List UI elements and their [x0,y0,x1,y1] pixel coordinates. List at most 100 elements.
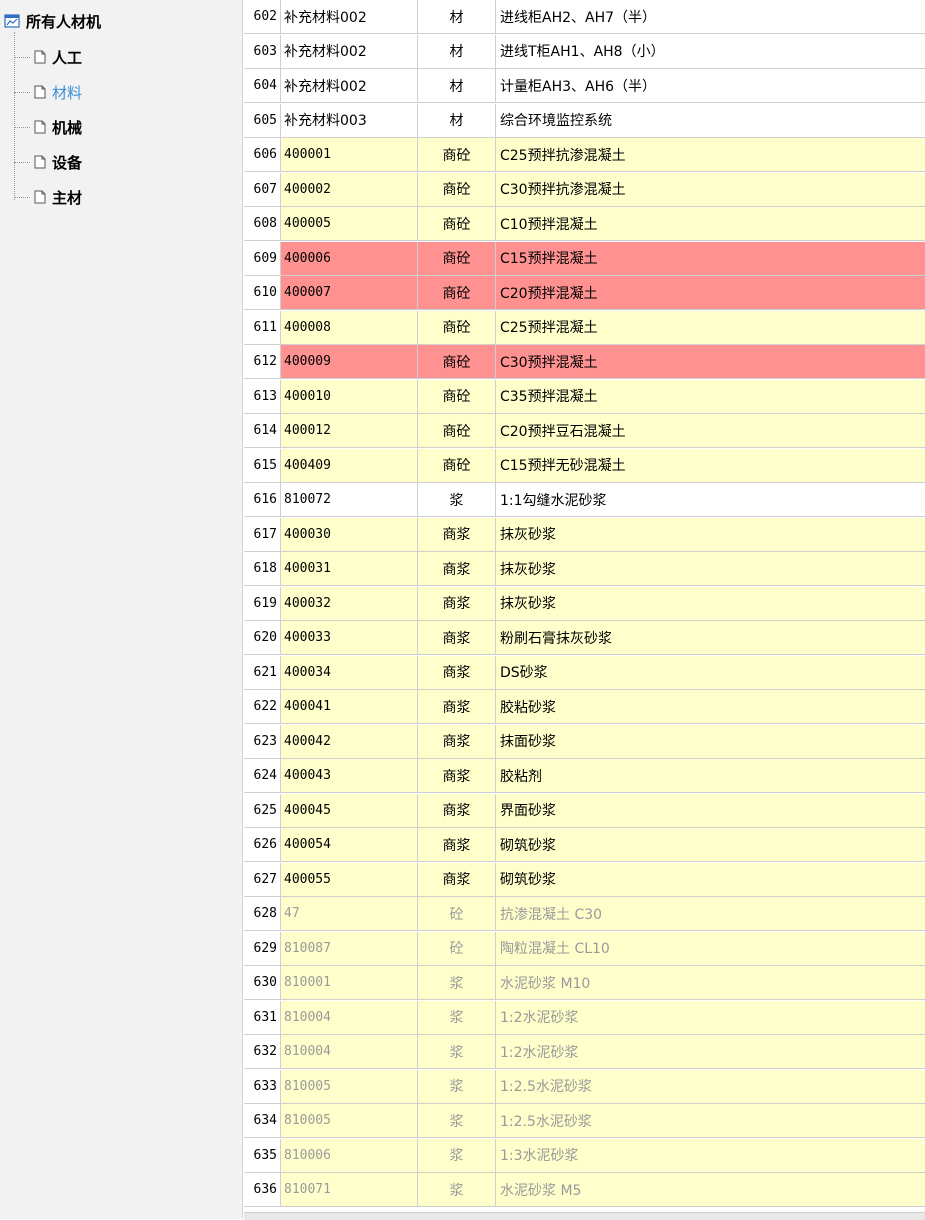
table-row[interactable]: 626 400054 商浆 砌筑砂浆 [244,828,925,862]
material-code-cell[interactable]: 补充材料002 [281,0,418,33]
material-type-cell[interactable]: 商砼 [418,172,496,206]
material-code-cell[interactable]: 810006 [281,1138,418,1172]
material-type-cell[interactable]: 浆 [418,1000,496,1034]
material-type-cell[interactable]: 浆 [418,966,496,999]
tree-item[interactable]: 机械 [14,116,82,138]
tree-item[interactable]: 人工 [14,46,82,68]
table-row[interactable]: 611 400008 商砼 C25预拌混凝土 [244,310,925,345]
table-row[interactable]: 604 补充材料002 材计量柜AH3、AH6（半） [244,69,925,103]
material-code-cell[interactable]: 400030 [281,517,418,551]
material-code-cell[interactable]: 补充材料002 [281,34,418,68]
table-row[interactable]: 614 400012 商砼 C20预拌豆石混凝土 [244,414,925,448]
material-name-cell[interactable]: 陶粒混凝土 CL10 [496,931,925,965]
tree-item[interactable]: 材料 [14,81,82,103]
material-type-cell[interactable]: 浆 [418,1173,496,1206]
material-type-cell[interactable]: 砼 [418,931,496,965]
material-type-cell[interactable]: 商浆 [418,690,496,723]
material-code-cell[interactable]: 810087 [281,931,418,965]
material-code-cell[interactable]: 400045 [281,793,418,827]
material-type-cell[interactable]: 材 [418,34,496,68]
material-name-cell[interactable]: C20预拌混凝土 [496,276,925,309]
material-code-cell[interactable]: 810001 [281,966,418,999]
material-name-cell[interactable]: 水泥砂浆 M5 [496,1173,925,1206]
material-code-cell[interactable]: 810004 [281,1035,418,1068]
material-code-cell[interactable]: 400054 [281,828,418,861]
material-type-cell[interactable]: 材 [418,103,496,137]
table-row[interactable]: 609 400006 商砼 C15预拌混凝土 [244,241,925,276]
material-name-cell[interactable]: 1:3水泥砂浆 [496,1138,925,1172]
material-code-cell[interactable]: 补充材料003 [281,103,418,137]
material-type-cell[interactable]: 商砼 [418,138,496,171]
table-row[interactable]: 636 810071 浆水泥砂浆 M5 [244,1173,925,1207]
material-code-cell[interactable]: 400042 [281,724,418,758]
material-name-cell[interactable]: C10预拌混凝土 [496,207,925,240]
material-name-cell[interactable]: C35预拌混凝土 [496,379,925,413]
material-code-cell[interactable]: 400002 [281,172,418,206]
table-row[interactable]: 628 47 砼抗渗混凝土 C30 [244,897,925,931]
material-code-cell[interactable]: 400409 [281,448,418,482]
table-row[interactable]: 625 400045 商浆 界面砂浆 [244,793,925,828]
table-row[interactable]: 602 补充材料002 材进线柜AH2、AH7（半） [244,0,925,34]
material-name-cell[interactable]: 综合环境监控系统 [496,103,925,137]
table-row[interactable]: 631 810004 浆 1:2水泥砂浆 [244,1000,925,1035]
material-type-cell[interactable]: 商浆 [418,552,496,585]
material-type-cell[interactable]: 商浆 [418,655,496,689]
table-row[interactable]: 619 400032 商浆 抹灰砂浆 [244,586,925,621]
material-code-cell[interactable]: 补充材料002 [281,69,418,102]
material-code-cell[interactable]: 400008 [281,310,418,344]
material-type-cell[interactable]: 浆 [418,1069,496,1103]
material-type-cell[interactable]: 商浆 [418,828,496,861]
material-name-cell[interactable]: 粉刷石膏抹灰砂浆 [496,621,925,654]
material-code-cell[interactable]: 400055 [281,862,418,896]
table-row[interactable]: 610 400007 商砼 C20预拌混凝土 [244,276,925,310]
material-type-cell[interactable]: 商浆 [418,517,496,551]
table-row[interactable]: 630 810001 浆水泥砂浆 M10 [244,966,925,1000]
material-name-cell[interactable]: DS砂浆 [496,655,925,689]
material-name-cell[interactable]: C25预拌抗渗混凝土 [496,138,925,171]
material-code-cell[interactable]: 400010 [281,379,418,413]
table-row[interactable]: 622 400041 商浆 胶粘砂浆 [244,690,925,724]
material-name-cell[interactable]: 抹灰砂浆 [496,552,925,585]
material-type-cell[interactable]: 材 [418,0,496,33]
material-code-cell[interactable]: 400041 [281,690,418,723]
material-code-cell[interactable]: 400006 [281,241,418,275]
material-name-cell[interactable]: 砌筑砂浆 [496,828,925,861]
material-code-cell[interactable]: 810005 [281,1069,418,1103]
table-row[interactable]: 613 400010 商砼 C35预拌混凝土 [244,379,925,414]
material-name-cell[interactable]: C15预拌无砂混凝土 [496,448,925,482]
table-row[interactable]: 633 810005 浆 1:2.5水泥砂浆 [244,1069,925,1104]
material-type-cell[interactable]: 砼 [418,897,496,930]
tree-item[interactable]: 设备 [14,151,82,173]
material-type-cell[interactable]: 商浆 [418,759,496,792]
material-code-cell[interactable]: 400032 [281,586,418,620]
table-row[interactable]: 618 400031 商浆 抹灰砂浆 [244,552,925,586]
material-type-cell[interactable]: 商砼 [418,310,496,344]
table-row[interactable]: 617 400030 商浆 抹灰砂浆 [244,517,925,552]
material-type-cell[interactable]: 商砼 [418,414,496,447]
table-row[interactable]: 612 400009 商砼 C30预拌混凝土 [244,345,925,379]
material-name-cell[interactable]: 抹灰砂浆 [496,517,925,551]
tree-root[interactable]: 所有人材机 [4,10,101,32]
table-row[interactable]: 623 400042 商浆 抹面砂浆 [244,724,925,759]
material-name-cell[interactable]: 1:2.5水泥砂浆 [496,1069,925,1103]
material-type-cell[interactable]: 商砼 [418,345,496,378]
material-type-cell[interactable]: 浆 [418,483,496,516]
material-code-cell[interactable]: 810005 [281,1104,418,1137]
table-row[interactable]: 615 400409 商砼 C15预拌无砂混凝土 [244,448,925,483]
table-row[interactable]: 605 补充材料003 材综合环境监控系统 [244,103,925,138]
material-name-cell[interactable]: 1:2水泥砂浆 [496,1035,925,1068]
material-name-cell[interactable]: 胶粘剂 [496,759,925,792]
material-code-cell[interactable]: 810004 [281,1000,418,1034]
material-code-cell[interactable]: 810072 [281,483,418,516]
material-name-cell[interactable]: 胶粘砂浆 [496,690,925,723]
material-code-cell[interactable]: 400031 [281,552,418,585]
material-code-cell[interactable]: 400009 [281,345,418,378]
table-row[interactable]: 606 400001 商砼 C25预拌抗渗混凝土 [244,138,925,172]
tree-item[interactable]: 主材 [14,186,82,208]
table-row[interactable]: 627 400055 商浆 砌筑砂浆 [244,862,925,897]
material-name-cell[interactable]: 砌筑砂浆 [496,862,925,896]
material-name-cell[interactable]: C15预拌混凝土 [496,241,925,275]
material-type-cell[interactable]: 浆 [418,1035,496,1068]
material-code-cell[interactable]: 400012 [281,414,418,447]
material-name-cell[interactable]: 1:2.5水泥砂浆 [496,1104,925,1137]
